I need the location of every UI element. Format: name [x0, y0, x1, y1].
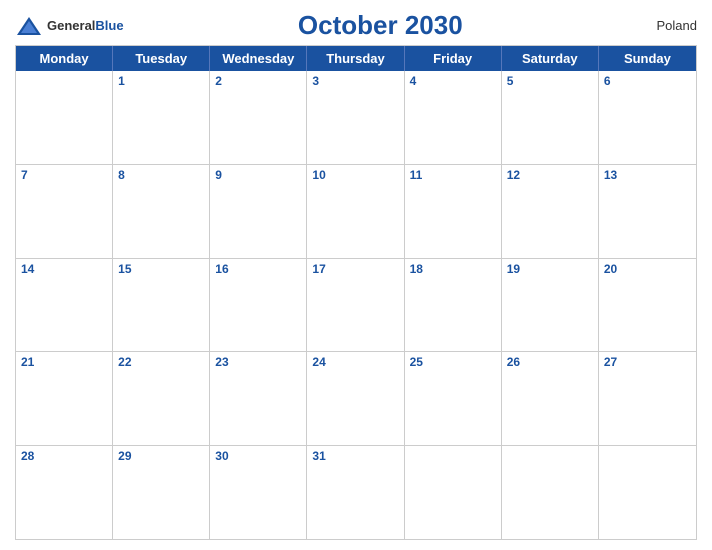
day-number: 27	[604, 355, 691, 369]
calendar-cell-w2d5: 11	[405, 165, 502, 258]
day-number: 14	[21, 262, 107, 276]
calendar-cell-w5d6	[502, 446, 599, 539]
calendar-body: 1234567891011121314151617181920212223242…	[16, 71, 696, 539]
calendar-cell-w3d3: 16	[210, 259, 307, 352]
day-monday: Monday	[16, 46, 113, 71]
calendar-cell-w2d2: 8	[113, 165, 210, 258]
day-number: 19	[507, 262, 593, 276]
day-friday: Friday	[405, 46, 502, 71]
calendar-cell-w5d1: 28	[16, 446, 113, 539]
day-number: 13	[604, 168, 691, 182]
calendar-cell-w2d3: 9	[210, 165, 307, 258]
day-number: 11	[410, 168, 496, 182]
logo-blue: Blue	[95, 18, 123, 33]
day-number: 6	[604, 74, 691, 88]
calendar-cell-w1d5: 4	[405, 71, 502, 164]
calendar: Monday Tuesday Wednesday Thursday Friday…	[15, 45, 697, 540]
day-number: 15	[118, 262, 204, 276]
calendar-cell-w4d1: 21	[16, 352, 113, 445]
day-number: 3	[312, 74, 398, 88]
calendar-cell-w3d4: 17	[307, 259, 404, 352]
day-number: 4	[410, 74, 496, 88]
page-header: GeneralBlue October 2030 Poland	[15, 10, 697, 41]
day-number: 10	[312, 168, 398, 182]
calendar-cell-w4d7: 27	[599, 352, 696, 445]
calendar-cell-w1d7: 6	[599, 71, 696, 164]
day-number: 21	[21, 355, 107, 369]
country-label: Poland	[637, 18, 697, 33]
calendar-cell-w5d3: 30	[210, 446, 307, 539]
day-number: 12	[507, 168, 593, 182]
day-number: 2	[215, 74, 301, 88]
day-number: 26	[507, 355, 593, 369]
calendar-cell-w2d1: 7	[16, 165, 113, 258]
calendar-cell-w4d6: 26	[502, 352, 599, 445]
calendar-week-2: 789 10 11 12 13	[16, 165, 696, 259]
calendar-week-3: 14 15 16 17 18 19 20	[16, 259, 696, 353]
day-number: 9	[215, 168, 301, 182]
calendar-cell-w3d7: 20	[599, 259, 696, 352]
day-number: 5	[507, 74, 593, 88]
calendar-week-5: 28 29 30 31	[16, 446, 696, 539]
calendar-cell-w4d5: 25	[405, 352, 502, 445]
day-number: 23	[215, 355, 301, 369]
logo-general: General	[47, 18, 95, 33]
calendar-cell-w4d2: 22	[113, 352, 210, 445]
calendar-cell-w1d4: 3	[307, 71, 404, 164]
day-wednesday: Wednesday	[210, 46, 307, 71]
logo-icon	[15, 15, 43, 37]
calendar-cell-w4d3: 23	[210, 352, 307, 445]
calendar-cell-w3d1: 14	[16, 259, 113, 352]
day-thursday: Thursday	[307, 46, 404, 71]
calendar-week-1: 123456	[16, 71, 696, 165]
day-number: 18	[410, 262, 496, 276]
day-saturday: Saturday	[502, 46, 599, 71]
calendar-cell-w2d6: 12	[502, 165, 599, 258]
calendar-cell-w2d4: 10	[307, 165, 404, 258]
day-number: 28	[21, 449, 107, 463]
calendar-cell-w3d5: 18	[405, 259, 502, 352]
calendar-cell-w4d4: 24	[307, 352, 404, 445]
day-number: 30	[215, 449, 301, 463]
calendar-cell-w3d6: 19	[502, 259, 599, 352]
calendar-cell-w5d5	[405, 446, 502, 539]
day-number: 1	[118, 74, 204, 88]
calendar-cell-w2d7: 13	[599, 165, 696, 258]
calendar-week-4: 21 22 23 24 25 26 27	[16, 352, 696, 446]
day-number: 7	[21, 168, 107, 182]
day-number: 24	[312, 355, 398, 369]
calendar-cell-w5d4: 31	[307, 446, 404, 539]
calendar-cell-w5d2: 29	[113, 446, 210, 539]
day-number: 8	[118, 168, 204, 182]
day-number: 29	[118, 449, 204, 463]
calendar-cell-w1d1	[16, 71, 113, 164]
calendar-cell-w1d2: 1	[113, 71, 210, 164]
day-tuesday: Tuesday	[113, 46, 210, 71]
day-number: 20	[604, 262, 691, 276]
calendar-cell-w3d2: 15	[113, 259, 210, 352]
day-number: 16	[215, 262, 301, 276]
day-number: 25	[410, 355, 496, 369]
day-sunday: Sunday	[599, 46, 696, 71]
day-number: 17	[312, 262, 398, 276]
calendar-header: Monday Tuesday Wednesday Thursday Friday…	[16, 46, 696, 71]
calendar-cell-w1d3: 2	[210, 71, 307, 164]
logo-text: GeneralBlue	[47, 17, 124, 35]
calendar-title: October 2030	[124, 10, 637, 41]
day-number: 22	[118, 355, 204, 369]
calendar-cell-w1d6: 5	[502, 71, 599, 164]
day-number: 31	[312, 449, 398, 463]
calendar-cell-w5d7	[599, 446, 696, 539]
logo: GeneralBlue	[15, 15, 124, 37]
